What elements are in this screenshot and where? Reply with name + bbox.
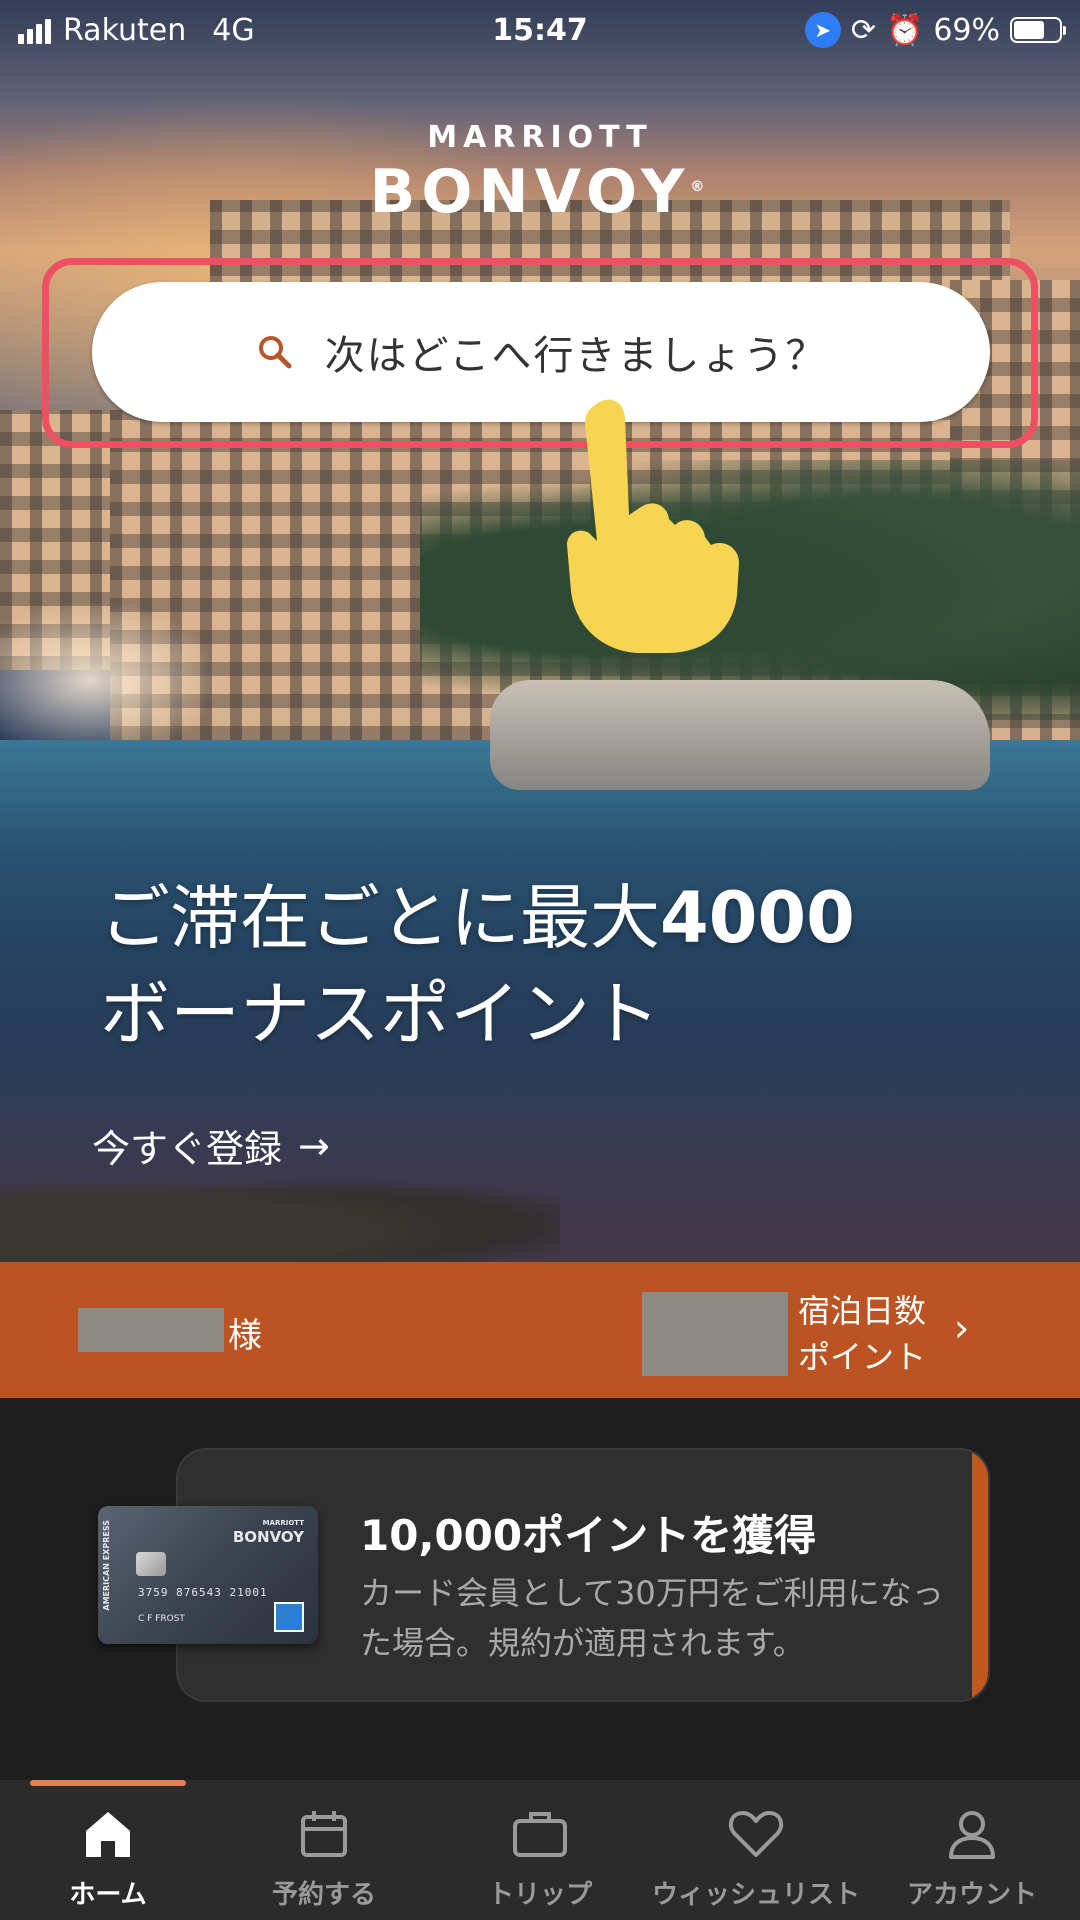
battery-icon (1010, 17, 1066, 43)
headline-text-1: ご滞在ごとに最大 (100, 877, 660, 959)
register-now-link[interactable]: 今すぐ登録 → (92, 1118, 330, 1173)
tab-label-wishlist: ウィッシュリスト (651, 1880, 860, 1910)
member-status-bar[interactable]: 様 宿泊日数 ポイント › (0, 1262, 1080, 1398)
tab-account[interactable]: アカウント (864, 1780, 1080, 1920)
promo-title: 10,000ポイントを獲得 (360, 1511, 817, 1560)
logo-registered-mark: ® (690, 179, 711, 195)
location-icon: ➤ (804, 12, 841, 48)
card-brand: MARRIOTT BONVOY (232, 1516, 304, 1546)
home-icon (81, 1804, 135, 1864)
member-name-redacted (78, 1308, 224, 1352)
briefcase-icon (511, 1804, 569, 1864)
member-honorific: 様 (228, 1316, 262, 1356)
bottom-tab-bar: ホーム 予約する トリップ ウィッシュリスト アカウント (0, 1780, 1080, 1920)
heart-icon (727, 1804, 785, 1864)
tab-wishlist[interactable]: ウィッシュリスト (648, 1780, 864, 1920)
card-brand-main: BONVOY (232, 1528, 304, 1546)
person-icon (945, 1804, 999, 1864)
card-issuer: AMERICAN EXPRESS (102, 1520, 111, 1611)
status-left: Rakuten 4G (18, 13, 255, 48)
calendar-icon (297, 1804, 351, 1864)
points-label: ポイント (798, 1338, 927, 1376)
tab-book[interactable]: 予約する (216, 1780, 432, 1920)
member-stat-labels: 宿泊日数 ポイント (798, 1288, 926, 1380)
logo-bonvoy-text: BONVOY (369, 157, 691, 227)
promo-body: カード会員として30万円をご利用になった場合。規約が適用されます。 (360, 1574, 944, 1662)
alarm-icon: ⏰ (885, 12, 924, 48)
status-bar: Rakuten 4G 15:47 ➤ ⟳ ⏰ 69% (0, 0, 1080, 60)
carrier-name: Rakuten (63, 12, 187, 48)
brand-logo: MARRIOTT BONVOY® (0, 120, 1080, 227)
member-stats-redacted (642, 1292, 788, 1376)
logo-bonvoy: BONVOY® (0, 157, 1080, 227)
tab-trips[interactable]: トリップ (432, 1780, 648, 1920)
chevron-right-icon: › (954, 1306, 970, 1350)
amex-logo (274, 1602, 304, 1632)
active-tab-indicator (30, 1780, 186, 1786)
search-icon (255, 332, 295, 372)
signal-icon (18, 16, 51, 44)
pointing-hand-icon (567, 399, 739, 653)
tab-home[interactable]: ホーム (0, 1780, 216, 1920)
headline-line-2: ボーナスポイント (100, 973, 660, 1055)
credit-card-image: AMERICAN EXPRESS MARRIOTT BONVOY 3759 87… (98, 1506, 318, 1644)
rotation-lock-icon: ⟳ (850, 12, 876, 48)
status-right: ➤ ⟳ ⏰ 69% (804, 12, 1066, 48)
card-chip (136, 1552, 166, 1576)
promo-headline: ご滞在ごとに最大4000 ボーナスポイント (100, 870, 1000, 1062)
register-now-label: 今すぐ登録 (92, 1127, 283, 1171)
network-type: 4G (212, 12, 255, 48)
tab-label-home: ホーム (69, 1880, 147, 1910)
logo-marriott: MARRIOTT (427, 120, 653, 155)
headline-line-1: ご滞在ごとに最大4000 (100, 870, 1000, 966)
search-bar[interactable]: 次はどこへ行きましょう？ (92, 282, 990, 422)
arrow-right-icon: → (298, 1123, 330, 1168)
tab-label-book: 予約する (271, 1880, 376, 1910)
promo-accent-stripe (972, 1450, 988, 1700)
nights-label: 宿泊日数 (798, 1292, 927, 1330)
tab-label-trips: トリップ (487, 1880, 592, 1910)
card-holder: C F FROST (138, 1614, 185, 1624)
headline-number: 4000 (660, 877, 855, 959)
tab-label-account: アカウント (906, 1880, 1037, 1910)
search-placeholder: 次はどこへ行きましょう？ (324, 333, 828, 379)
card-number: 3759 876543 21001 (138, 1586, 268, 1599)
battery-percent: 69% (933, 12, 1000, 48)
